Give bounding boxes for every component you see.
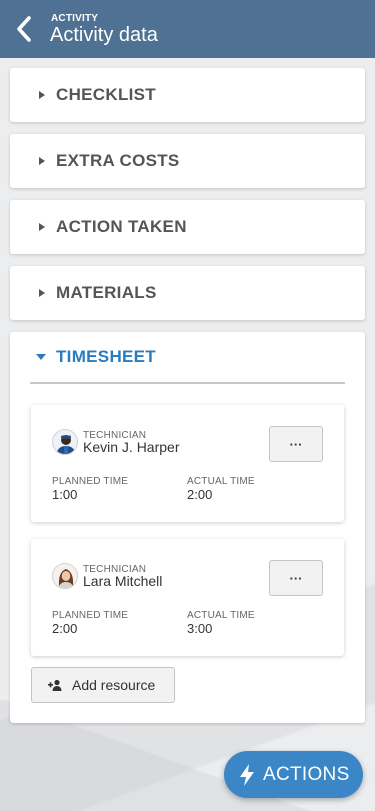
section-materials-header[interactable]: MATERIALS (10, 266, 365, 320)
section-label: ACTION TAKEN (56, 217, 187, 236)
section-timesheet: TIMESHEET TECHNICIAN Kevin J. Harper ···… (10, 332, 365, 723)
back-button[interactable] (6, 9, 42, 49)
section-checklist: CHECKLIST (10, 68, 365, 122)
avatar (52, 563, 78, 589)
add-user-icon (48, 679, 62, 691)
actual-time-value: 2:00 (187, 487, 213, 502)
resource-name: Kevin J. Harper (83, 439, 180, 455)
section-label: EXTRA COSTS (56, 151, 180, 170)
add-resource-label: Add resource (72, 677, 156, 693)
caret-right-icon (39, 289, 45, 297)
resource-name: Lara Mitchell (83, 573, 163, 589)
avatar (52, 429, 78, 455)
section-timesheet-header[interactable]: TIMESHEET (30, 332, 345, 384)
technician-avatar-icon (53, 564, 77, 588)
page-title: Activity data (50, 24, 158, 46)
planned-time-value: 2:00 (52, 621, 78, 636)
header-eyebrow: ACTIVITY (51, 13, 99, 24)
chevron-left-icon (17, 16, 31, 42)
more-options-button[interactable]: ··· (269, 560, 323, 596)
caret-right-icon (39, 91, 45, 99)
resource-card: TECHNICIAN Lara Mitchell ··· PLANNED TIM… (31, 539, 344, 656)
app-header: ACTIVITY Activity data (0, 0, 375, 58)
planned-time-label: PLANNED TIME (52, 610, 129, 621)
actual-time-label: ACTUAL TIME (187, 476, 255, 487)
actions-label: ACTIONS (263, 763, 350, 785)
caret-right-icon (39, 157, 45, 165)
planned-time-value: 1:00 (52, 487, 78, 502)
section-action-taken: ACTION TAKEN (10, 200, 365, 254)
section-label: TIMESHEET (56, 347, 156, 366)
actions-button[interactable]: ACTIONS (224, 751, 363, 798)
planned-time-label: PLANNED TIME (52, 476, 129, 487)
more-options-button[interactable]: ··· (269, 426, 323, 462)
section-action-taken-header[interactable]: ACTION TAKEN (10, 200, 365, 254)
technician-avatar-icon (53, 430, 77, 454)
add-resource-button[interactable]: Add resource (31, 667, 175, 703)
section-label: CHECKLIST (56, 85, 156, 104)
section-extra-costs: EXTRA COSTS (10, 134, 365, 188)
lightning-icon (239, 763, 255, 786)
section-extra-costs-header[interactable]: EXTRA COSTS (10, 134, 365, 188)
section-label: MATERIALS (56, 283, 157, 302)
section-checklist-header[interactable]: CHECKLIST (10, 68, 365, 122)
actual-time-label: ACTUAL TIME (187, 610, 255, 621)
section-materials: MATERIALS (10, 266, 365, 320)
caret-down-icon (36, 354, 46, 360)
resource-card: TECHNICIAN Kevin J. Harper ··· PLANNED T… (31, 405, 344, 522)
caret-right-icon (39, 223, 45, 231)
actual-time-value: 3:00 (187, 621, 213, 636)
